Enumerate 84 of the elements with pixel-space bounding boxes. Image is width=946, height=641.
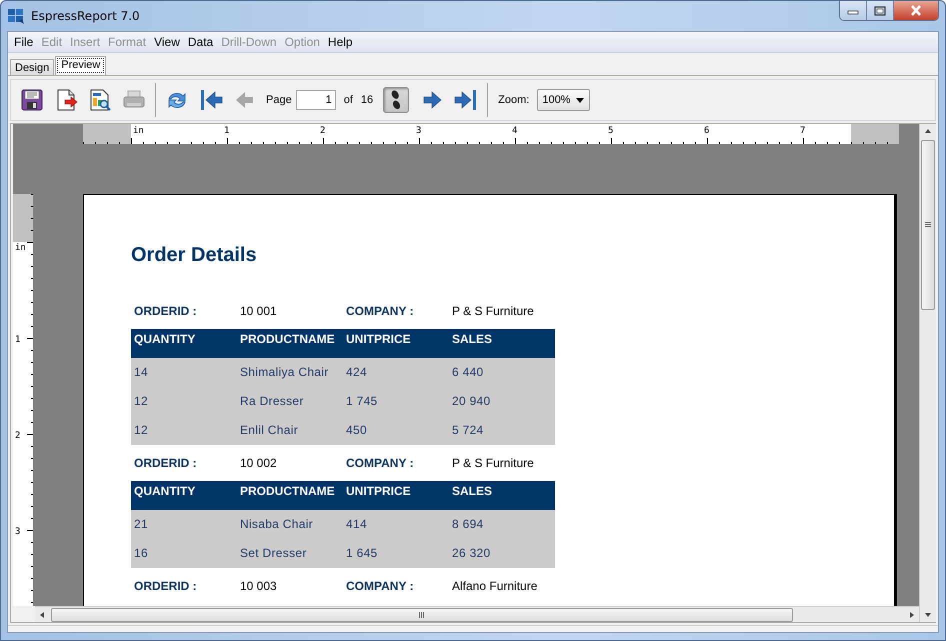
table-cell-text: Ra Dresser: [239, 393, 305, 410]
window-title: EspressReport 7.0: [31, 9, 140, 23]
close-icon: [910, 5, 922, 16]
column-header: SALES: [451, 483, 494, 500]
tab[interactable]: Design: [10, 59, 54, 75]
zoom-label: Zoom:: [498, 94, 530, 106]
ruler-label: 4: [512, 126, 518, 136]
column-header: QUANTITY: [133, 483, 196, 500]
field-value: Alfano Furniture: [451, 579, 538, 593]
table-cell-text: 21: [133, 516, 149, 533]
ruler-margin: [83, 124, 131, 144]
grip-icon: [418, 612, 426, 618]
table-cell-text: 14: [133, 364, 149, 381]
ruler-label: 7: [800, 126, 806, 136]
report-title: Order Details: [131, 243, 258, 268]
table-cell-text: Shimaliya Chair: [239, 364, 330, 381]
field-value: 10 001: [239, 304, 278, 318]
table-cell-text: 6 440: [451, 364, 485, 381]
field-label: ORDERID :: [133, 579, 198, 593]
column-header: UNITPRICE: [345, 331, 412, 348]
field-label: ORDERID :: [133, 456, 198, 470]
table-cell-text: 414: [345, 516, 368, 533]
menu-item[interactable]: File: [10, 35, 38, 49]
ruler-label: 3: [416, 126, 422, 136]
field-label: COMPANY :: [345, 304, 415, 318]
horizontal-scrollbar-thumb[interactable]: [51, 608, 793, 622]
table-cell-text: 450: [345, 422, 368, 439]
table-cell-text: Nisaba Chair: [239, 516, 314, 533]
ruler-label: 1: [15, 335, 20, 345]
close-button[interactable]: [894, 1, 938, 20]
menu-item[interactable]: View: [150, 35, 184, 49]
field-value: 10 003: [239, 579, 278, 593]
menu-item[interactable]: Data: [184, 35, 218, 49]
ruler-label: 3: [15, 527, 20, 537]
table-cell-text: 5 724: [451, 422, 485, 439]
ruler-label: 1: [224, 126, 230, 136]
ruler-margin: [13, 194, 33, 242]
grip-icon: [925, 221, 932, 229]
column-header: PRODUCTNAME: [239, 483, 336, 500]
table-cell-text: 12: [133, 393, 149, 410]
maximize-icon: [874, 6, 886, 16]
ruler-label: 5: [608, 126, 614, 136]
ruler-label: 2: [320, 126, 326, 136]
column-header: PRODUCTNAME: [239, 331, 336, 348]
column-header: SALES: [451, 331, 494, 348]
tab[interactable]: Preview: [55, 56, 106, 75]
menu-item[interactable]: Help: [324, 35, 357, 49]
table-cell-text: 16: [133, 545, 149, 562]
table-cell-text: 424: [345, 364, 368, 381]
ruler-label: in: [133, 126, 144, 136]
page-label: Page: [266, 94, 292, 106]
of-label: of: [344, 94, 353, 106]
page-number-field[interactable]: 1: [296, 90, 336, 110]
table-cell-text: 1 645: [345, 545, 379, 562]
column-header: QUANTITY: [133, 331, 196, 348]
maximize-button[interactable]: [867, 1, 894, 20]
app-icon: [7, 7, 25, 25]
field-value: P & S Furniture: [451, 456, 535, 470]
table-cell-text: 26 320: [451, 545, 492, 562]
ruler-margin: [851, 124, 899, 144]
table-cell-text: 1 745: [345, 393, 379, 410]
field-value: 10 002: [239, 456, 278, 470]
report-magnifier-icon: [88, 88, 112, 112]
footprints-toggle-button[interactable]: [383, 87, 410, 113]
last-page-icon: [454, 88, 478, 112]
ruler-label: 6: [704, 126, 710, 136]
column-header: UNITPRICE: [345, 483, 412, 500]
table-cell-text: 20 940: [451, 393, 492, 410]
vertical-scrollbar-thumb[interactable]: [921, 140, 936, 310]
minimize-button[interactable]: [840, 1, 867, 20]
page-count: 16: [360, 94, 374, 106]
field-label: COMPANY :: [345, 456, 415, 470]
first-page-icon: [199, 88, 223, 112]
table-cell-text: 8 694: [451, 516, 485, 533]
field-value: P & S Furniture: [451, 304, 535, 318]
caret-icon: [576, 98, 584, 102]
table-cell-text: Set Dresser: [239, 545, 308, 562]
table-cell-text: 12: [133, 422, 149, 439]
ruler-label: 2: [15, 431, 20, 441]
table-cell-text: Enlil Chair: [239, 422, 299, 439]
field-label: COMPANY :: [345, 579, 415, 593]
field-label: ORDERID :: [133, 304, 198, 318]
ruler-label: in: [15, 243, 26, 253]
zoom-dropdown[interactable]: 100%: [537, 89, 590, 111]
